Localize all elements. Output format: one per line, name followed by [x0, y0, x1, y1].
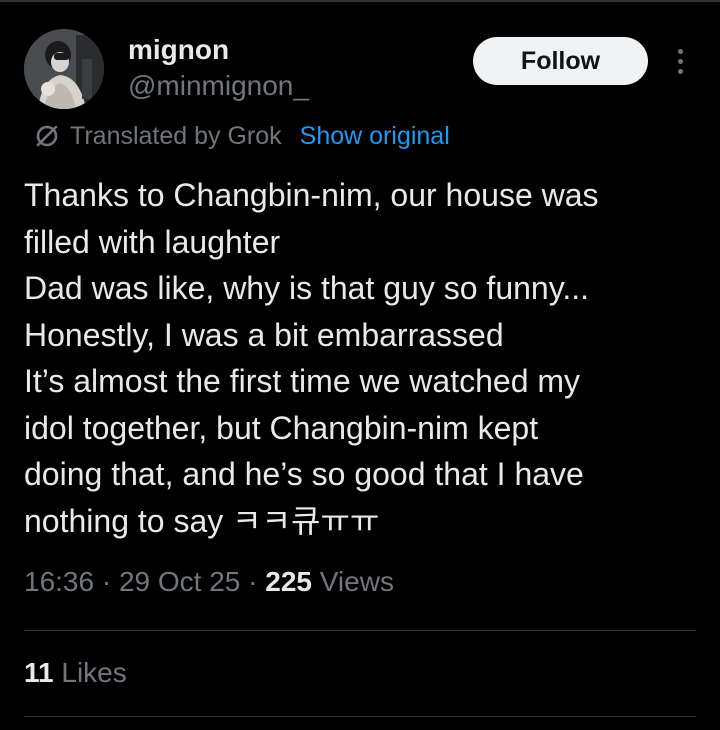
tweet-date[interactable]: 29 Oct 25 — [119, 566, 240, 597]
tweet-time[interactable]: 16:36 — [24, 566, 94, 597]
tweet-meta: 16:36 · 29 Oct 25 · 225 Views — [24, 566, 394, 598]
follow-button[interactable]: Follow — [473, 37, 648, 85]
user-avatar-photo-icon — [24, 29, 104, 109]
more-vertical-icon-dot — [677, 48, 683, 54]
show-original-link[interactable]: Show original — [300, 122, 450, 151]
divider — [24, 716, 696, 717]
views-count: 225 — [265, 566, 312, 597]
avatar[interactable] — [24, 29, 104, 109]
divider — [24, 630, 696, 631]
translated-by-label: Translated by Grok — [70, 121, 282, 150]
meta-separator: · — [94, 566, 119, 597]
tweet-text-line: idol together, but Changbin-nim kept — [24, 409, 539, 446]
more-vertical-icon-dot — [677, 58, 683, 64]
author-display-name[interactable]: mignon — [128, 34, 229, 66]
tweet-text-line: nothing to say ㅋㅋ큐ㅠㅠ — [24, 502, 380, 539]
top-divider — [0, 0, 720, 2]
likes-count: 11 — [24, 657, 54, 688]
tweet-text-line: It’s almost the first time we watched my — [24, 363, 581, 399]
translation-bar: Translated by Grok Show original — [34, 120, 450, 152]
meta-separator: · — [240, 566, 266, 597]
likes-label: Likes — [53, 657, 127, 688]
views-label: Views — [311, 566, 394, 597]
tweet-text-line: Thanks to Changbin-nim, our house was — [24, 177, 599, 213]
translate-slash-icon — [36, 125, 58, 147]
tweet-text-line: Dad was like, why is that guy so funny..… — [24, 270, 589, 306]
author-handle[interactable]: @minmignon_ — [128, 70, 309, 102]
tweet-text-line: Honestly, I was a bit embarrassed — [24, 316, 504, 353]
tweet-text: Thanks to Changbin-nim, our house was fi… — [24, 172, 704, 544]
likes-link[interactable]: 11 Likes — [24, 657, 127, 689]
tweet-text-line: doing that, and he’s so good that I have — [24, 456, 584, 492]
more-options-button[interactable] — [668, 44, 692, 78]
more-vertical-icon-dot — [677, 68, 683, 74]
tweet-text-line: filled with laughter — [24, 223, 281, 260]
